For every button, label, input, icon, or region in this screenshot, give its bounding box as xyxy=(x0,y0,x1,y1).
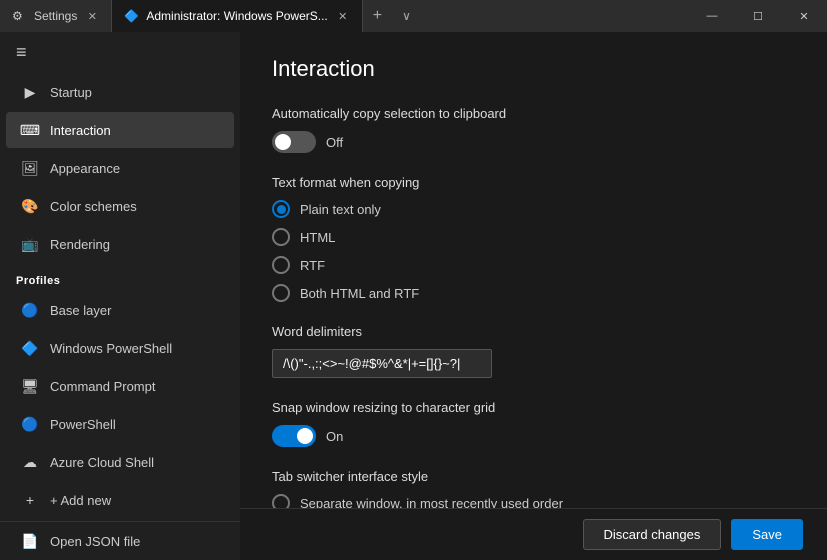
powershell-tab-close[interactable]: ✕ xyxy=(336,9,350,23)
text-format-setting: Text format when copying Plain text only… xyxy=(272,175,795,302)
sidebar-item-windows-powershell[interactable]: 🔷 Windows PowerShell xyxy=(6,330,234,366)
sidebar: ≡ ▶ Startup ⌨ Interaction 🖼 Appearance 🎨… xyxy=(0,32,240,560)
base-layer-icon: 🔵 xyxy=(22,302,38,318)
save-button[interactable]: Save xyxy=(731,519,803,550)
tab-switcher-label: Tab switcher interface style xyxy=(272,469,795,484)
open-json-icon: 📄 xyxy=(22,533,38,549)
radio-both-label: Both HTML and RTF xyxy=(300,286,419,301)
menu-button[interactable]: ≡ xyxy=(0,32,240,73)
radio-most-recent[interactable]: Separate window, in most recently used o… xyxy=(272,494,795,508)
word-delimiters-input[interactable] xyxy=(272,349,492,378)
sidebar-item-rendering-label: Rendering xyxy=(50,237,110,252)
radio-most-recent-label: Separate window, in most recently used o… xyxy=(300,496,563,509)
word-delimiters-setting: Word delimiters xyxy=(272,324,795,378)
add-new-label: + Add new xyxy=(50,493,111,508)
powershell-icon: 🔵 xyxy=(22,416,38,432)
windows-powershell-icon: 🔷 xyxy=(22,340,38,356)
sidebar-item-windows-powershell-label: Windows PowerShell xyxy=(50,341,172,356)
azure-cloud-shell-icon: ☁ xyxy=(22,454,38,470)
sidebar-item-appearance[interactable]: 🖼 Appearance xyxy=(6,150,234,186)
sidebar-item-interaction[interactable]: ⌨ Interaction xyxy=(6,112,234,148)
add-new-button[interactable]: + + Add new xyxy=(6,482,234,518)
radio-rtf-label: RTF xyxy=(300,258,325,273)
discard-changes-button[interactable]: Discard changes xyxy=(583,519,722,550)
startup-icon: ▶ xyxy=(22,84,38,100)
autocopy-label: Automatically copy selection to clipboar… xyxy=(272,106,795,121)
sidebar-item-rendering[interactable]: 📺 Rendering xyxy=(6,226,234,262)
autocopy-toggle-row: Off xyxy=(272,131,795,153)
sidebar-item-command-prompt[interactable]: 🖥 Command Prompt xyxy=(6,368,234,404)
radio-html-circle xyxy=(272,228,290,246)
sidebar-item-azure-cloud-shell[interactable]: ☁ Azure Cloud Shell xyxy=(6,444,234,480)
powershell-tab[interactable]: 🔷 Administrator: Windows PowerS... ✕ xyxy=(112,0,362,32)
powershell-tab-label: Administrator: Windows PowerS... xyxy=(146,9,327,23)
radio-rtf-circle xyxy=(272,256,290,274)
page-title: Interaction xyxy=(272,56,795,82)
maximize-button[interactable]: ☐ xyxy=(735,0,781,32)
sidebar-item-base-layer-label: Base layer xyxy=(50,303,111,318)
profiles-section-label: Profiles xyxy=(0,263,240,291)
radio-both-circle xyxy=(272,284,290,302)
settings-tab-icon: ⚙ xyxy=(12,9,26,23)
sidebar-item-powershell[interactable]: 🔵 PowerShell xyxy=(6,406,234,442)
radio-html-label: HTML xyxy=(300,230,335,245)
radio-most-recent-circle xyxy=(272,494,290,508)
content-area: Interaction Automatically copy selection… xyxy=(240,32,827,508)
appearance-icon: 🖼 xyxy=(22,160,38,176)
radio-plain-text[interactable]: Plain text only xyxy=(272,200,795,218)
snap-window-setting: Snap window resizing to character grid O… xyxy=(272,400,795,447)
snap-window-toggle-row: On xyxy=(272,425,795,447)
interaction-icon: ⌨ xyxy=(22,122,38,138)
snap-window-toggle-label: On xyxy=(326,429,343,444)
word-delimiters-label: Word delimiters xyxy=(272,324,795,339)
powershell-tab-icon: 🔷 xyxy=(124,9,138,23)
rendering-icon: 📺 xyxy=(22,236,38,252)
new-tab-button[interactable]: + xyxy=(363,7,392,25)
command-prompt-icon: 🖥 xyxy=(22,378,38,394)
tab-switcher-setting: Tab switcher interface style Separate wi… xyxy=(272,469,795,508)
sidebar-item-azure-cloud-shell-label: Azure Cloud Shell xyxy=(50,455,154,470)
sidebar-item-interaction-label: Interaction xyxy=(50,123,111,138)
settings-tab-label: Settings xyxy=(34,9,77,23)
sidebar-item-startup-label: Startup xyxy=(50,85,92,100)
radio-html[interactable]: HTML xyxy=(272,228,795,246)
main-layout: ≡ ▶ Startup ⌨ Interaction 🖼 Appearance 🎨… xyxy=(0,32,827,560)
sidebar-item-powershell-label: PowerShell xyxy=(50,417,116,432)
minimize-button[interactable]: — xyxy=(689,0,735,32)
title-bar: ⚙ Settings ✕ 🔷 Administrator: Windows Po… xyxy=(0,0,827,32)
close-button[interactable]: ✕ xyxy=(781,0,827,32)
radio-plain-text-circle xyxy=(272,200,290,218)
snap-window-toggle[interactable] xyxy=(272,425,316,447)
sidebar-item-startup[interactable]: ▶ Startup xyxy=(6,74,234,110)
autocopy-toggle[interactable] xyxy=(272,131,316,153)
sidebar-item-color-schemes-label: Color schemes xyxy=(50,199,137,214)
open-json-file-label: Open JSON file xyxy=(50,534,140,549)
autocopy-toggle-label: Off xyxy=(326,135,343,150)
settings-tab-close[interactable]: ✕ xyxy=(85,9,99,23)
window-controls: — ☐ ✕ xyxy=(689,0,827,32)
sidebar-item-base-layer[interactable]: 🔵 Base layer xyxy=(6,292,234,328)
color-schemes-icon: 🎨 xyxy=(22,198,38,214)
radio-rtf[interactable]: RTF xyxy=(272,256,795,274)
radio-both[interactable]: Both HTML and RTF xyxy=(272,284,795,302)
add-icon: + xyxy=(22,492,38,508)
radio-plain-text-label: Plain text only xyxy=(300,202,381,217)
open-json-file-button[interactable]: 📄 Open JSON file xyxy=(6,523,234,559)
sidebar-item-color-schemes[interactable]: 🎨 Color schemes xyxy=(6,188,234,224)
autocopy-setting: Automatically copy selection to clipboar… xyxy=(272,106,795,153)
sidebar-bottom: 📄 Open JSON file xyxy=(0,521,240,560)
settings-tab[interactable]: ⚙ Settings ✕ xyxy=(0,0,112,32)
sidebar-item-command-prompt-label: Command Prompt xyxy=(50,379,155,394)
tab-chevron[interactable]: ∨ xyxy=(392,9,421,23)
snap-window-label: Snap window resizing to character grid xyxy=(272,400,795,415)
sidebar-item-appearance-label: Appearance xyxy=(50,161,120,176)
bottom-bar: Discard changes Save xyxy=(240,508,827,560)
text-format-label: Text format when copying xyxy=(272,175,795,190)
